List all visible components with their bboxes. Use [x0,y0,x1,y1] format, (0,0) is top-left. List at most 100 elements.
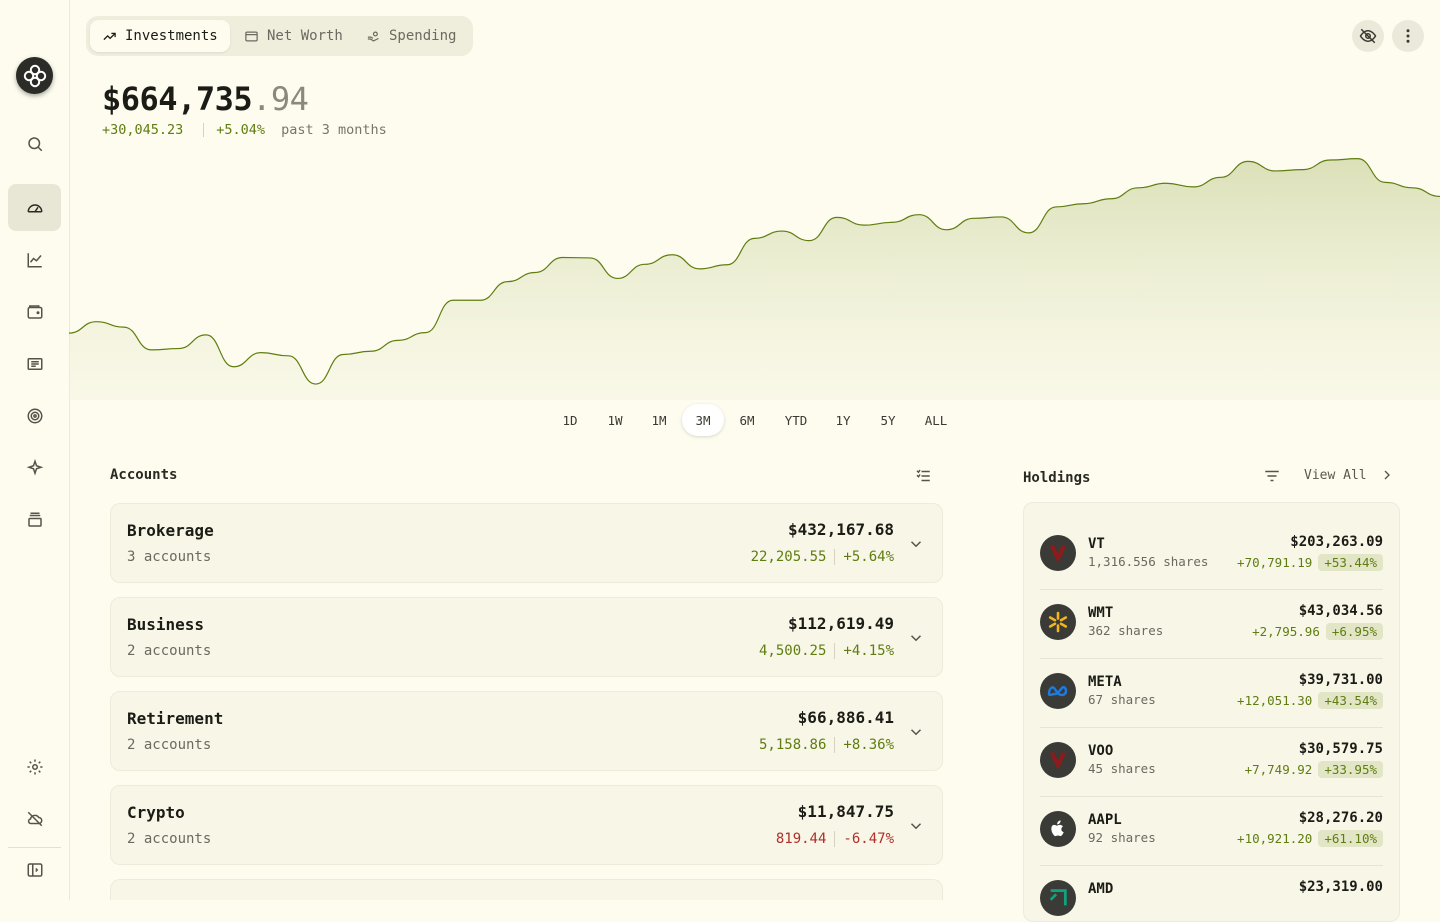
sidebar [0,0,70,900]
range-6m[interactable]: 6M [726,404,768,436]
account-group-crypto[interactable]: Crypto 2 accounts $11,847.75 819.44 -6.47… [110,785,943,865]
hide-balances-button[interactable] [1352,20,1384,52]
wallet-icon [27,304,42,319]
account-change: 819.44 -6.47% [776,831,894,847]
sidebar-item-accounts[interactable] [8,288,61,335]
sidebar-toggle-icon [27,862,42,877]
accounts-title: Accounts [110,467,178,483]
range-1d[interactable]: 1D [548,404,592,436]
account-change-percent: -6.47% [843,831,894,847]
target-icon [27,408,42,423]
account-change: 4,500.25 +4.15% [759,643,894,659]
sidebar-item-archive[interactable] [8,496,61,543]
sidebar-item-investments[interactable] [8,236,61,283]
more-options-button[interactable] [1392,20,1424,52]
account-amount: $432,167.68 [788,520,894,539]
account-change-amount: 5,158.86 [758,737,827,753]
account-group-brokerage[interactable]: Brokerage 3 accounts $432,167.68 22,205.… [110,503,943,583]
period-label: past 3 months [281,122,387,138]
settings-button[interactable] [8,743,61,790]
collapse-sidebar-button[interactable] [8,846,61,893]
receipt-icon [27,357,42,370]
divider [834,737,836,753]
range-1y[interactable]: 1Y [824,404,862,436]
tab-label: Net Worth [267,28,343,44]
account-group-business[interactable]: Business 2 accounts $112,619.49 4,500.25… [110,597,943,677]
holding-change-percent: +6.95% [1325,623,1383,640]
portfolio-total-main: $664,735 [102,80,253,118]
sparkles-icon [26,458,43,476]
tab-label: Spending [389,28,457,44]
holding-shares: 362 shares [1088,623,1164,638]
wallet-icon [245,31,258,41]
portfolio-total-cents: .94 [252,80,309,118]
account-change: 22,205.55 +5.64% [751,549,894,565]
range-1w[interactable]: 1W [592,404,638,436]
holding-change-percent: +61.10% [1318,830,1383,847]
tab-investments[interactable]: Investments [90,20,230,52]
divider [203,123,205,137]
holding-ticker: AMD [1088,881,1114,897]
range-3m[interactable]: 3M [682,404,724,436]
chevron-down-icon[interactable] [907,629,925,647]
account-count: 2 accounts [127,831,212,847]
account-count: 2 accounts [127,737,212,753]
holding-value: $43,034.56 [1298,603,1383,619]
account-count: 2 accounts [127,643,212,659]
sidebar-item-goals[interactable] [8,392,61,439]
tab-spending[interactable]: Spending [354,20,468,52]
account-change: 5,158.86 +8.36% [759,737,894,753]
view-all-link[interactable]: View All [1304,467,1395,483]
holding-row-wmt[interactable]: WMT 362 shares $43,034.56 +2,795.96 +6.95… [1040,589,1383,659]
range-ytd[interactable]: YTD [772,404,820,436]
sidebar-item-insights[interactable] [8,444,61,491]
holding-row-amd[interactable]: AMD $23,319.00 [1040,865,1383,921]
range-5y[interactable]: 5Y [866,404,910,436]
holding-change-amount: +10,921.20 [1237,831,1313,846]
divider [834,643,836,659]
holding-ticker: WMT [1088,605,1114,621]
holding-row-voo[interactable]: VOO 45 shares $30,579.75 +7,749.92 +33.95… [1040,727,1383,797]
view-tabs: Investments Net Worth Spending [86,16,473,56]
holdings-filter-button[interactable] [1263,467,1281,485]
holding-row-aapl[interactable]: AAPL 92 shares $28,276.20 +10,921.20 +61.… [1040,796,1383,866]
account-amount: $66,886.41 [797,708,894,727]
holding-change-percent: +33.95% [1318,761,1383,778]
holding-ticker: AAPL [1088,812,1122,828]
accounts-sort-button[interactable] [914,467,932,485]
sidebar-item-transactions[interactable] [8,340,61,387]
portfolio-chart[interactable] [69,140,1440,400]
chevron-right-icon [1384,470,1390,480]
holding-row-vt[interactable]: VT 1,316.556 shares $203,263.09 +70,791.… [1040,520,1383,590]
vanguard-logo-icon [1040,742,1076,778]
search-button[interactable] [8,120,61,167]
sync-off-button[interactable] [8,795,61,842]
hand-coins-icon [367,31,379,42]
chevron-down-icon[interactable] [907,535,925,553]
holding-value: $28,276.20 [1298,810,1383,826]
view-all-label: View All [1304,467,1367,483]
holding-shares: 45 shares [1088,761,1156,776]
account-group-retirement[interactable]: Retirement 2 accounts $66,886.41 5,158.8… [110,691,943,771]
app-logo[interactable] [16,57,53,94]
account-group-partial[interactable] [110,879,943,900]
account-name: Retirement [127,709,224,728]
account-count: 3 accounts [127,549,212,565]
holding-shares: 1,316.556 shares [1088,554,1209,569]
tab-net-worth[interactable]: Net Worth [232,20,355,52]
holding-shares: 92 shares [1088,830,1156,845]
holding-row-meta[interactable]: META 67 shares $39,731.00 +12,051.30 +43.… [1040,658,1383,728]
holdings-title: Holdings [1023,470,1091,486]
holding-value: $30,579.75 [1298,741,1383,757]
vanguard-logo-icon [1040,535,1076,571]
range-all[interactable]: ALL [914,404,958,436]
sidebar-item-dashboard[interactable] [8,184,61,231]
chevron-down-icon[interactable] [907,817,925,835]
chevron-down-icon[interactable] [907,723,925,741]
eye-off-icon [1359,28,1377,44]
holding-change-amount: +12,051.30 [1237,693,1313,708]
range-1m[interactable]: 1M [638,404,680,436]
holding-ticker: META [1088,674,1122,690]
holding-value: $23,319.00 [1298,879,1383,895]
layers-icon [27,512,42,527]
